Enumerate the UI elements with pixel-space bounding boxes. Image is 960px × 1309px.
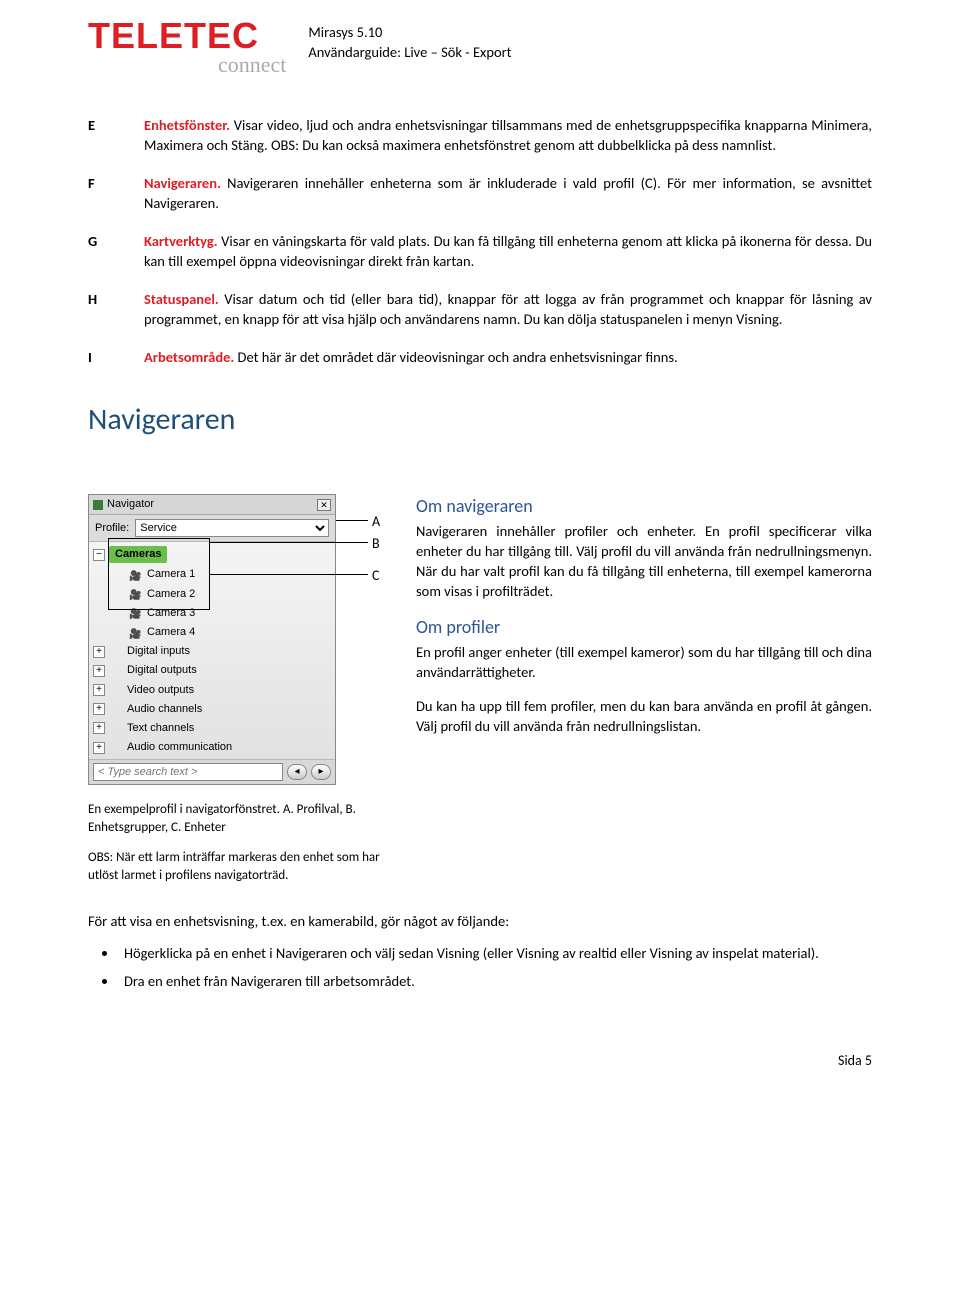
profile-select[interactable]: Service — [135, 519, 329, 537]
tree-item-camera2[interactable]: Camera 2 — [89, 585, 335, 604]
expand-icon[interactable]: + — [93, 684, 105, 696]
group-label: Cameras — [109, 546, 167, 563]
callout-letter-B: B — [372, 534, 380, 553]
group-label: Text channels — [127, 721, 194, 736]
page-header: TELETEC connect Mirasys 5.10 Användargui… — [88, 20, 872, 81]
expand-icon[interactable]: + — [93, 703, 105, 715]
section-title-navigeraren: Navigeraren — [88, 399, 872, 440]
tree-item-label: Camera 1 — [147, 567, 195, 582]
group-label: Audio channels — [127, 702, 202, 717]
definition-H: H Statuspanel. Visar datum och tid (elle… — [88, 289, 872, 329]
tree-group-digital-outputs[interactable]: + Digital outputs — [89, 661, 335, 680]
logo-main: TELETEC — [88, 20, 259, 52]
navigator-panel: Navigator ✕ Profile: Service − Cameras C… — [88, 494, 336, 785]
def-keyword: Kartverktyg. — [144, 232, 218, 250]
expand-icon[interactable]: + — [93, 665, 105, 677]
tree-item-label: Camera 4 — [147, 625, 195, 640]
logo: TELETEC connect — [88, 20, 286, 81]
def-letter: H — [88, 289, 144, 329]
def-text: Navigeraren innehåller enheterna som är … — [144, 174, 872, 212]
def-body: Statuspanel. Visar datum och tid (eller … — [144, 289, 872, 329]
search-input[interactable] — [93, 763, 283, 781]
list-item: Dra en enhet från Navigeraren till arbet… — [118, 971, 872, 991]
callout-line-B — [210, 542, 368, 543]
bullet-list: Högerklicka på en enhet i Navigeraren oc… — [118, 943, 872, 991]
paragraph: Du kan ha upp till fem profiler, men du … — [416, 696, 872, 736]
camera-icon — [129, 588, 143, 600]
camera-icon — [129, 627, 143, 639]
def-text: Visar en våningskarta för vald plats. Du… — [144, 232, 872, 270]
tree-group-text-channels[interactable]: + Text channels — [89, 719, 335, 738]
expand-icon[interactable]: + — [93, 646, 105, 658]
group-label: Audio communication — [127, 740, 232, 755]
paragraph: För att visa en enhetsvisning, t.ex. en … — [88, 911, 872, 931]
figure-caption-2: OBS: När ett larm inträffar markeras den… — [88, 849, 388, 885]
def-keyword: Arbetsområde. — [144, 348, 234, 366]
def-keyword: Navigeraren. — [144, 174, 221, 192]
def-letter: F — [88, 173, 144, 213]
doc-title-line2: Användarguide: Live – Sök - Export — [308, 42, 511, 62]
callout-letter-A: A — [372, 512, 380, 531]
tree-group-audio-communication[interactable]: + Audio communication — [89, 738, 335, 757]
def-letter: E — [88, 115, 144, 155]
definition-E: E Enhetsfönster. Visar video, ljud och a… — [88, 115, 872, 155]
subhead-om-profiler: Om profiler — [416, 615, 872, 640]
def-body: Navigeraren. Navigeraren innehåller enhe… — [144, 173, 872, 213]
doc-title-line1: Mirasys 5.10 — [308, 22, 511, 42]
collapse-icon[interactable]: − — [93, 549, 105, 561]
logo-sub: connect — [218, 50, 286, 80]
tree-group-video-outputs[interactable]: + Video outputs — [89, 681, 335, 700]
definition-I: I Arbetsområde. Det här är det området d… — [88, 347, 872, 367]
callout-line-C — [210, 574, 368, 575]
group-label: Video outputs — [127, 683, 194, 698]
expand-icon[interactable]: + — [93, 742, 105, 754]
def-body: Kartverktyg. Visar en våningskarta för v… — [144, 231, 872, 271]
page-number: Sida 5 — [88, 1051, 872, 1070]
def-keyword: Enhetsfönster. — [144, 116, 230, 134]
tree-group-cameras[interactable]: − Cameras — [89, 544, 335, 565]
group-label: Digital outputs — [127, 663, 197, 678]
def-letter: G — [88, 231, 144, 271]
profile-label: Profile: — [95, 521, 129, 536]
camera-icon — [129, 607, 143, 619]
camera-icon — [129, 569, 143, 581]
definition-F: F Navigeraren. Navigeraren innehåller en… — [88, 173, 872, 213]
def-letter: I — [88, 347, 144, 367]
close-icon[interactable]: ✕ — [317, 499, 331, 511]
list-item: Högerklicka på en enhet i Navigeraren oc… — [118, 943, 872, 963]
expand-icon[interactable]: + — [93, 722, 105, 734]
navigator-icon — [93, 500, 103, 510]
def-body: Enhetsfönster. Visar video, ljud och and… — [144, 115, 872, 155]
navigator-titlebar: Navigator ✕ — [89, 495, 335, 515]
doc-header-text: Mirasys 5.10 Användarguide: Live – Sök -… — [308, 22, 511, 62]
callout-letter-C: C — [372, 566, 379, 585]
tree-group-digital-inputs[interactable]: + Digital inputs — [89, 642, 335, 661]
definition-G: G Kartverktyg. Visar en våningskarta för… — [88, 231, 872, 271]
def-text: Det här är det området där videovisninga… — [234, 348, 677, 366]
tree-item-label: Camera 2 — [147, 587, 195, 602]
tree-item-camera4[interactable]: Camera 4 — [89, 623, 335, 642]
def-text: Visar video, ljud och andra enhetsvisnin… — [144, 116, 872, 154]
tree-item-label: Camera 3 — [147, 606, 195, 621]
navigator-title: Navigator — [107, 497, 154, 512]
paragraph: Navigeraren innehåller profiler och enhe… — [416, 521, 872, 601]
callout-line-A — [336, 520, 368, 521]
search-prev-button[interactable]: ◂ — [287, 764, 307, 780]
def-keyword: Statuspanel. — [144, 290, 219, 308]
figure-caption-1: En exempelprofil i navigatorfönstret. A.… — [88, 801, 388, 837]
tree-group-audio-channels[interactable]: + Audio channels — [89, 700, 335, 719]
group-label: Digital inputs — [127, 644, 190, 659]
subhead-om-navigeraren: Om navigeraren — [416, 494, 872, 519]
paragraph: En profil anger enheter (till exempel ka… — [416, 642, 872, 682]
def-text: Visar datum och tid (eller bara tid), kn… — [144, 290, 872, 328]
def-body: Arbetsområde. Det här är det området där… — [144, 347, 872, 367]
search-next-button[interactable]: ▸ — [311, 764, 331, 780]
tree-item-camera3[interactable]: Camera 3 — [89, 604, 335, 623]
